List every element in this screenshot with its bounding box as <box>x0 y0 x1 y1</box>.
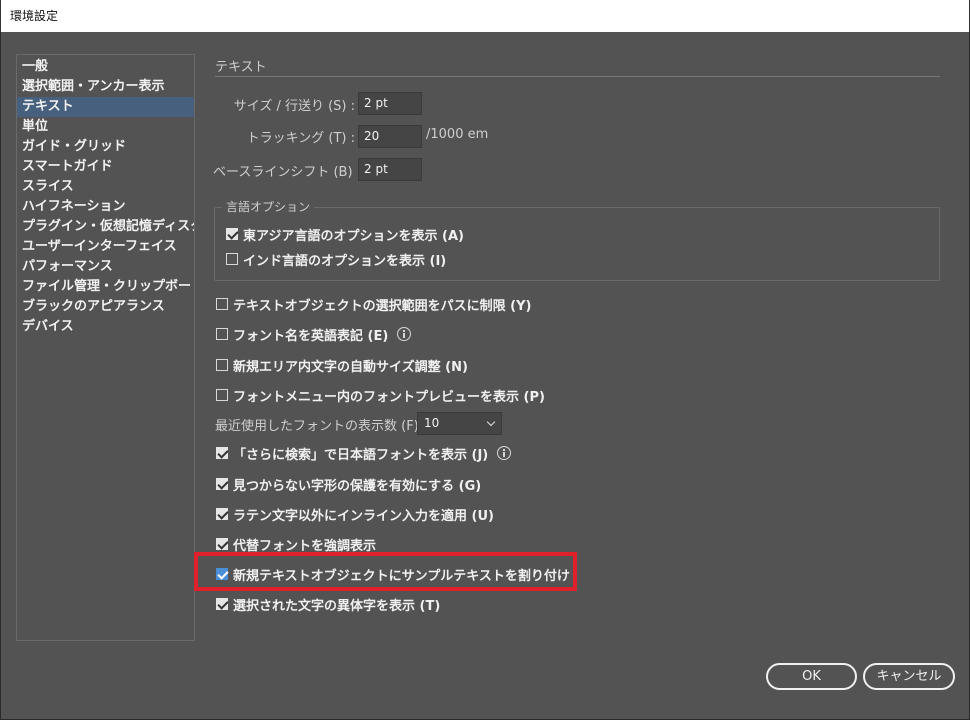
info-icon[interactable] <box>397 327 412 341</box>
option-label: 「さらに検索」で日本語フォントを表示 (J) <box>233 447 489 463</box>
sidebar-item-guides-grid[interactable]: ガイド・グリッド <box>17 137 194 157</box>
checkbox-unchecked-icon[interactable] <box>226 253 238 265</box>
limit-selection-to-path-checkbox[interactable]: テキストオブジェクトの選択範囲をパスに制限 (Y) <box>216 295 532 314</box>
recent-fonts-value: 10 <box>424 416 440 430</box>
section-title: テキスト <box>215 60 267 75</box>
annotation-highlight-box <box>194 552 577 591</box>
indic-options-checkbox[interactable]: インド言語のオプションを表示 (I) <box>226 250 447 269</box>
tracking-label: トラッキング (T) : <box>246 131 355 146</box>
east-asian-options-checkbox[interactable]: 東アジア言語のオプションを表示 (A) <box>226 225 464 244</box>
option-label: 選択された文字の異体字を表示 (T) <box>233 598 441 614</box>
checkbox-checked-icon[interactable] <box>216 538 228 550</box>
baseline-shift-label: ベースラインシフト (B) : <box>213 165 362 180</box>
checkbox-unchecked-icon[interactable] <box>216 359 228 371</box>
sidebar-item-smart-guides[interactable]: スマートガイド <box>17 157 194 177</box>
missing-glyph-protection-checkbox[interactable]: 見つからない字形の保護を有効にする (G) <box>216 475 482 494</box>
option-label: 代替フォントを強調表示 <box>233 538 377 554</box>
section-divider <box>215 76 940 77</box>
tracking-input[interactable]: 20 <box>358 125 422 148</box>
size-leading-label: サイズ / 行送り (S) : <box>233 99 355 114</box>
sidebar-item-general[interactable]: 一般 <box>17 57 194 77</box>
option-label: 新規エリア内文字の自動サイズ調整 (N) <box>233 359 468 375</box>
inline-input-non-latin-checkbox[interactable]: ラテン文字以外にインライン入力を適用 (U) <box>216 505 494 524</box>
sidebar-item-text[interactable]: テキスト <box>17 97 194 117</box>
checkbox-unchecked-icon[interactable] <box>216 298 228 310</box>
sidebar-item-slices[interactable]: スライス <box>17 177 194 197</box>
checkbox-unchecked-icon[interactable] <box>216 389 228 401</box>
sidebar-item-black-appearance[interactable]: ブラックのアピアランス <box>17 297 194 317</box>
auto-size-area-type-checkbox[interactable]: 新規エリア内文字の自動サイズ調整 (N) <box>216 356 468 375</box>
chevron-down-icon <box>486 417 496 427</box>
baseline-shift-input[interactable]: 2 pt <box>358 158 422 181</box>
cancel-button[interactable]: キャンセル <box>863 663 955 690</box>
info-icon[interactable] <box>497 446 512 460</box>
option-label: 見つからない字形の保護を有効にする (G) <box>233 478 482 494</box>
language-options-group <box>214 207 940 281</box>
window-title: 環境設定 <box>0 0 970 32</box>
highlight-substituted-fonts-checkbox[interactable]: 代替フォントを強調表示 <box>216 535 377 554</box>
show-alternate-glyphs-checkbox[interactable]: 選択された文字の異体字を表示 (T) <box>216 595 441 614</box>
recent-fonts-label: 最近使用したフォントの表示数 (F) : <box>215 419 428 434</box>
size-leading-input[interactable]: 2 pt <box>358 92 422 115</box>
option-label: フォント名を英語表記 (E) <box>233 328 389 344</box>
option-label: ラテン文字以外にインライン入力を適用 (U) <box>233 508 494 524</box>
sidebar-item-file-handling[interactable]: ファイル管理・クリップボード <box>17 277 194 297</box>
language-options-title: 言語オプション <box>222 198 315 215</box>
ok-button[interactable]: OK <box>766 663 857 690</box>
checkbox-checked-icon[interactable] <box>216 478 228 490</box>
checkbox-checked-icon[interactable] <box>216 598 228 610</box>
tracking-unit: /1000 em <box>426 127 489 142</box>
sidebar-item-units[interactable]: 単位 <box>17 117 194 137</box>
font-names-english-checkbox[interactable]: フォント名を英語表記 (E) <box>216 325 412 344</box>
checkbox-checked-icon[interactable] <box>216 447 228 459</box>
option-label: フォントメニュー内のフォントプレビューを表示 (P) <box>233 389 545 405</box>
sidebar-item-selection-anchor[interactable]: 選択範囲・アンカー表示 <box>17 77 194 97</box>
sidebar-item-performance[interactable]: パフォーマンス <box>17 257 194 277</box>
recent-fonts-select[interactable]: 10 <box>417 412 502 435</box>
japanese-fonts-more-checkbox[interactable]: 「さらに検索」で日本語フォントを表示 (J) <box>216 444 512 463</box>
sidebar-item-user-interface[interactable]: ユーザーインターフェイス <box>17 237 194 257</box>
option-label: テキストオブジェクトの選択範囲をパスに制限 (Y) <box>233 298 532 314</box>
checkbox-checked-icon[interactable] <box>226 228 238 240</box>
indic-options-label: インド言語のオプションを表示 (I) <box>243 253 447 269</box>
sidebar-item-devices[interactable]: デバイス <box>17 317 194 337</box>
east-asian-options-label: 東アジア言語のオプションを表示 (A) <box>243 228 464 244</box>
checkbox-checked-icon[interactable] <box>216 508 228 520</box>
sidebar-item-plugins[interactable]: プラグイン・仮想記憶ディスク <box>17 217 194 237</box>
checkbox-unchecked-icon[interactable] <box>216 328 228 340</box>
sidebar-item-hyphenation[interactable]: ハイフネーション <box>17 197 194 217</box>
category-list: 一般 選択範囲・アンカー表示 テキスト 単位 ガイド・グリッド スマートガイド … <box>16 54 195 641</box>
font-preview-checkbox[interactable]: フォントメニュー内のフォントプレビューを表示 (P) <box>216 386 545 405</box>
